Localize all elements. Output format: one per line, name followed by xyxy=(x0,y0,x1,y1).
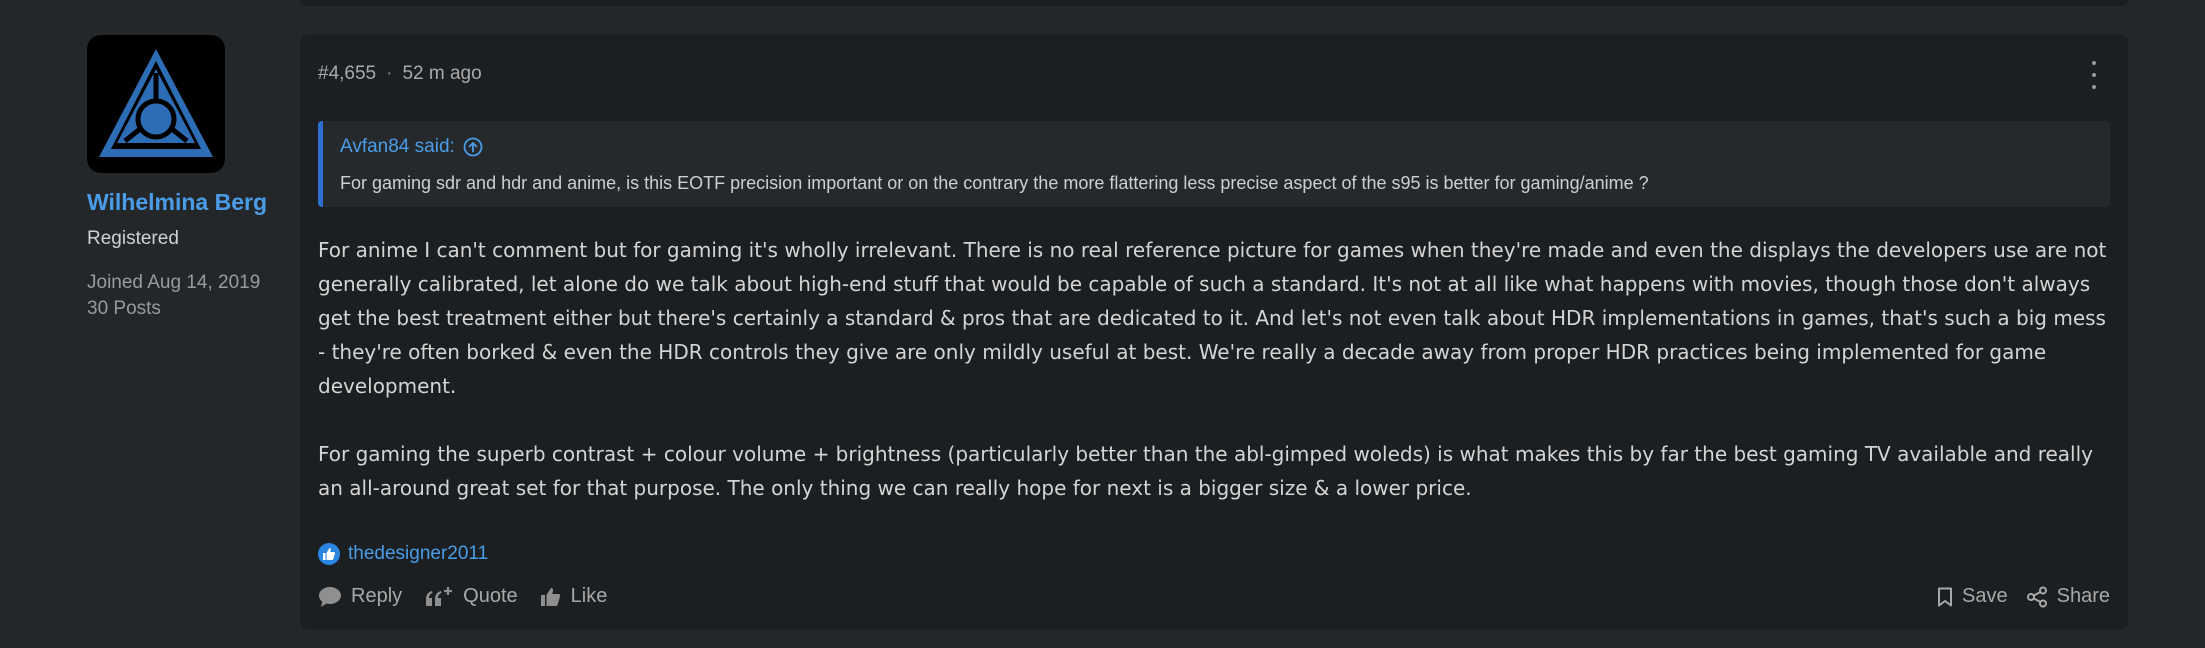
header-separator: · xyxy=(386,63,393,84)
like-label: Like xyxy=(570,585,608,607)
user-info: Wilhelmina Berg Registered Joined Aug 14… xyxy=(87,35,287,322)
quote-author: Avfan84 said: xyxy=(340,136,455,157)
quote-block: Avfan84 said: For gaming sdr and hdr and… xyxy=(318,121,2110,207)
save-button[interactable]: Save xyxy=(1937,585,2008,608)
post-body: For anime I can't comment but for gaming… xyxy=(318,233,2118,539)
post-paragraph: For gaming the superb contrast + colour … xyxy=(318,442,2093,500)
post-number[interactable]: #4,655 xyxy=(318,63,376,85)
post-time[interactable]: 52 m ago xyxy=(402,63,481,85)
reply-label: Reply xyxy=(351,585,403,607)
quote-label: Quote xyxy=(463,585,518,607)
quote-plus-icon xyxy=(426,586,453,606)
quote-button[interactable]: Quote xyxy=(424,585,518,608)
like-button[interactable]: Like xyxy=(540,585,608,608)
post-actions: Reply Quote Like xyxy=(318,585,607,608)
reaction-summary[interactable]: thedesigner2011 xyxy=(318,543,488,565)
thumbs-up-icon xyxy=(540,587,560,606)
reply-button[interactable]: Reply xyxy=(318,585,402,608)
post-secondary-actions: Save Share xyxy=(1937,585,2110,608)
like-reaction-icon xyxy=(318,543,340,565)
avatar[interactable] xyxy=(87,35,225,173)
user-title: Registered xyxy=(87,228,179,249)
previous-post-card xyxy=(300,0,2128,6)
comment-icon xyxy=(319,586,341,607)
share-button[interactable]: Share xyxy=(2026,585,2110,608)
post-paragraph: For anime I can't comment but for gaming… xyxy=(318,238,2107,398)
save-label: Save xyxy=(1962,585,2008,607)
quote-text: For gaming sdr and hdr and anime, is thi… xyxy=(340,173,1649,193)
more-options-icon[interactable] xyxy=(2088,61,2100,89)
post-card: #4,655 · 52 m ago Avfan84 said: For gami… xyxy=(300,35,2128,629)
post-header: #4,655 · 52 m ago xyxy=(318,63,482,85)
user-meta: Joined Aug 14, 2019 30 Posts xyxy=(87,270,287,322)
reaction-user[interactable]: thedesigner2011 xyxy=(348,543,488,565)
join-date: Joined Aug 14, 2019 xyxy=(87,272,261,293)
username-link[interactable]: Wilhelmina Berg xyxy=(87,189,287,216)
quote-author-link[interactable]: Avfan84 said: xyxy=(340,136,483,158)
arrow-up-circle-icon xyxy=(463,137,483,157)
bookmark-icon xyxy=(1938,587,1953,606)
share-label: Share xyxy=(2056,585,2110,607)
share-icon xyxy=(2026,586,2047,607)
post-count: 30 Posts xyxy=(87,298,161,319)
triangle-emblem-icon xyxy=(99,49,213,157)
